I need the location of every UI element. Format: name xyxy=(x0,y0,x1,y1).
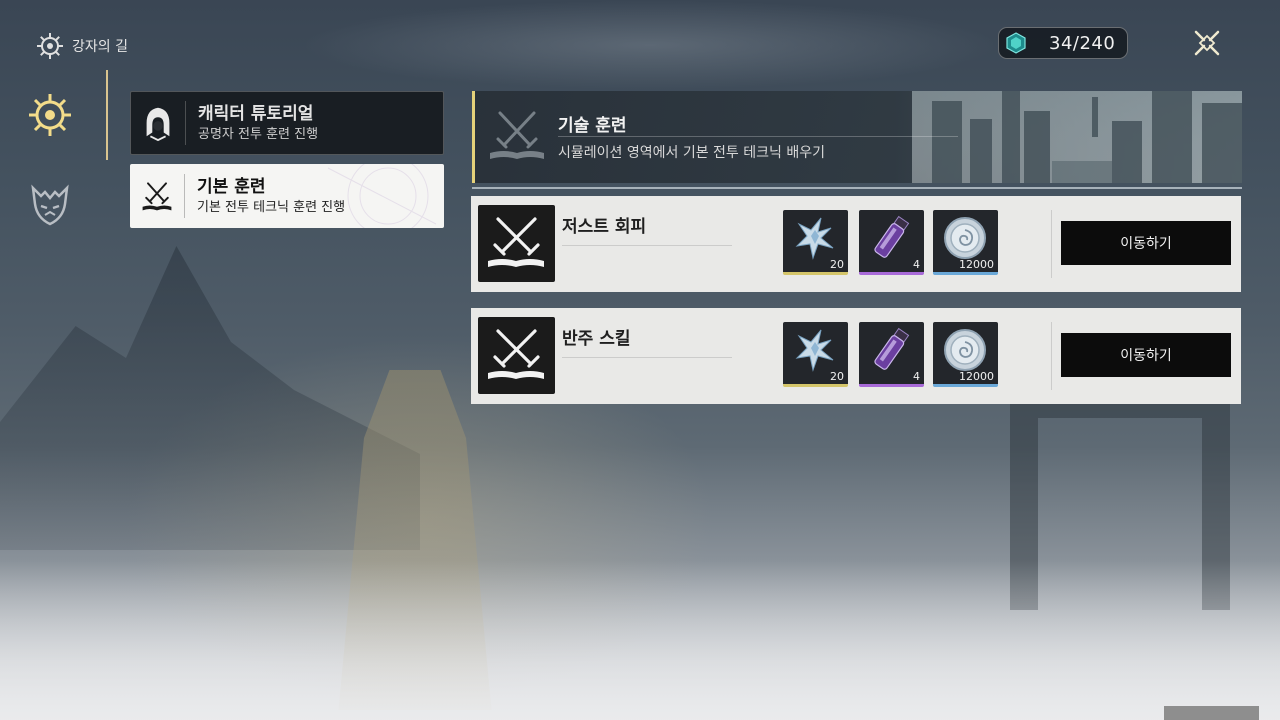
training-row: 저스트 회피 20 4 12000 이동하기 xyxy=(471,196,1241,292)
silver-star-crystal-icon xyxy=(795,217,834,260)
training-title-underline xyxy=(562,245,732,246)
city-skyline-art xyxy=(912,91,1242,183)
reward-item[interactable]: 20 xyxy=(783,210,848,275)
teal-gem-icon xyxy=(1006,32,1026,54)
reward-quantity: 4 xyxy=(913,258,920,271)
category-subtitle: 공명자 전투 훈련 진행 xyxy=(198,126,319,142)
row-separator xyxy=(1051,210,1052,278)
background-gate-structure xyxy=(1010,390,1230,610)
category-icon-wrap xyxy=(130,164,184,228)
reward-item[interactable]: 12000 xyxy=(933,322,998,387)
training-title: 반주 스킬 xyxy=(562,329,631,349)
crossed-swords-book-icon xyxy=(142,182,172,211)
training-icon-box xyxy=(478,317,555,394)
nav-active-indicator xyxy=(106,70,108,160)
go-button[interactable]: 이동하기 xyxy=(1061,221,1231,265)
close-icon[interactable] xyxy=(1188,24,1226,62)
section-header-banner: 기술 훈련 시뮬레이션 영역에서 기본 전투 테크닉 배우기 xyxy=(472,91,1242,183)
reward-item[interactable]: 20 xyxy=(783,322,848,387)
category-character-tutorial[interactable]: 캐릭터 튜토리얼 공명자 전투 훈련 진행 xyxy=(130,91,444,155)
background-character-figure xyxy=(338,370,492,710)
shell-coin-icon xyxy=(944,329,986,371)
nav-compass-wheel-icon[interactable] xyxy=(27,92,73,138)
nav-demon-mask-icon[interactable] xyxy=(27,182,73,228)
hooded-character-icon xyxy=(146,107,170,142)
reward-quantity: 20 xyxy=(830,370,844,383)
training-title: 저스트 회피 xyxy=(562,217,647,237)
crossed-swords-book-icon xyxy=(488,217,544,267)
silver-star-crystal-icon xyxy=(795,329,834,372)
section-divider xyxy=(472,187,1242,189)
category-basic-training[interactable]: 기본 훈련 기본 전투 테크닉 훈련 진행 xyxy=(130,164,444,228)
stamina-counter[interactable]: 34/240 xyxy=(998,27,1128,59)
section-title: 기술 훈련 xyxy=(558,116,627,136)
page-header: 강자의 길 xyxy=(36,32,128,60)
background-mountain xyxy=(0,246,420,550)
crossed-swords-book-icon xyxy=(488,329,544,379)
purple-vial-icon xyxy=(874,215,910,258)
category-name: 캐릭터 튜토리얼 xyxy=(198,103,314,124)
bottom-corner-tab xyxy=(1164,706,1259,720)
compass-wheel-icon xyxy=(37,33,63,59)
row-separator xyxy=(1051,322,1052,390)
purple-vial-icon xyxy=(874,327,910,370)
reward-item[interactable]: 4 xyxy=(859,210,924,275)
reward-item[interactable]: 4 xyxy=(859,322,924,387)
section-accent-bar xyxy=(472,91,475,183)
page-title: 강자의 길 xyxy=(72,39,128,55)
decorative-arc-pattern xyxy=(327,164,437,228)
category-icon-wrap xyxy=(131,92,185,154)
crossed-swords-book-icon xyxy=(490,111,544,159)
shell-coin-icon xyxy=(944,217,986,259)
section-subtitle: 시뮬레이션 영역에서 기본 전투 테크닉 배우기 xyxy=(558,145,825,161)
background-fog xyxy=(0,560,1280,720)
training-title-underline xyxy=(562,357,732,358)
training-icon-box xyxy=(478,205,555,282)
reward-item[interactable]: 12000 xyxy=(933,210,998,275)
reward-quantity: 12000 xyxy=(959,370,994,383)
stamina-value: 34/240 xyxy=(1049,32,1116,54)
reward-quantity: 12000 xyxy=(959,258,994,271)
go-button[interactable]: 이동하기 xyxy=(1061,333,1231,377)
background-clouds xyxy=(300,0,1000,90)
reward-quantity: 20 xyxy=(830,258,844,271)
section-title-underline xyxy=(558,136,958,137)
training-row: 반주 스킬 20 4 12000 이동하기 xyxy=(471,308,1241,404)
reward-quantity: 4 xyxy=(913,370,920,383)
category-text: 캐릭터 튜토리얼 공명자 전투 훈련 진행 xyxy=(186,103,318,144)
